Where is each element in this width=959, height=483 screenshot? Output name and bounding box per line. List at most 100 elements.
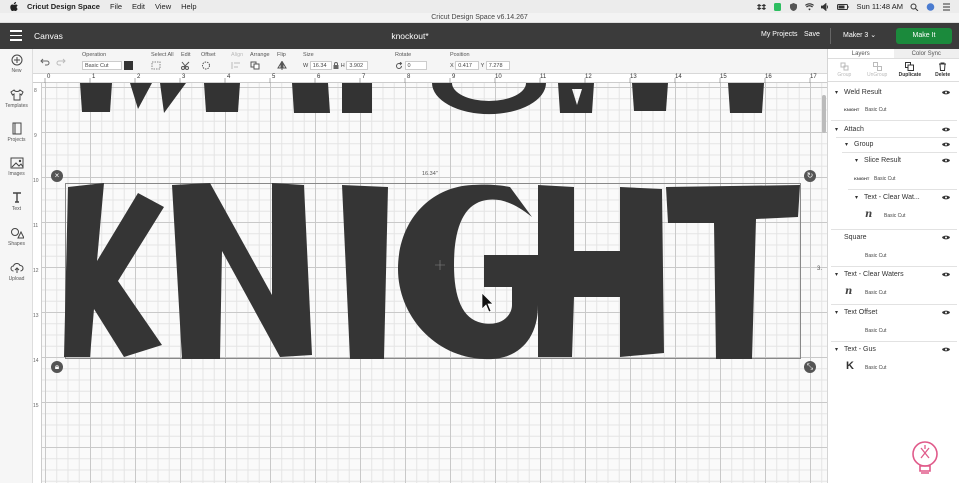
operation-select[interactable]: Basic Cut — [82, 61, 122, 70]
volume-icon[interactable] — [821, 2, 830, 11]
undo-icon[interactable] — [40, 57, 50, 66]
tab-layers[interactable]: Layers — [828, 49, 894, 58]
ruler-left-label-15: 15 — [33, 403, 39, 409]
menu-help[interactable]: Help — [181, 2, 196, 11]
scissors-icon[interactable] — [181, 61, 191, 70]
ruler-left-label-9: 9 — [34, 133, 37, 139]
lock-icon[interactable] — [333, 62, 339, 69]
arrange-icon[interactable] — [250, 61, 260, 70]
layer-sub: Basic Cut — [874, 176, 896, 182]
collapse-arrow-icon[interactable]: ▾ — [835, 271, 838, 278]
ruler-left-label-11: 11 — [33, 223, 39, 229]
layer-thumb: n — [865, 209, 873, 220]
wifi-icon[interactable] — [805, 2, 815, 11]
layer-divider — [831, 341, 957, 342]
select-all-icon[interactable] — [151, 61, 161, 70]
eye-icon[interactable] — [942, 235, 950, 240]
flip-label: Flip — [277, 52, 286, 58]
resize-handle-icon[interactable]: ⤡ — [804, 361, 816, 373]
save-button[interactable]: Save — [804, 31, 820, 38]
collapse-arrow-icon[interactable]: ▾ — [835, 346, 838, 353]
duplicate-button[interactable]: Duplicate — [894, 59, 927, 81]
make-it-button[interactable]: Make It — [896, 28, 952, 44]
notification-center-icon[interactable] — [942, 3, 951, 11]
offset-icon[interactable] — [201, 61, 211, 70]
ruler-left: 8 9 10 11 12 13 14 15 — [33, 83, 42, 483]
collapse-arrow-icon[interactable]: ▾ — [855, 194, 858, 201]
position-y-input[interactable]: 7.278 — [485, 61, 510, 70]
ruler-top-label-15: 15 — [720, 74, 727, 80]
menu-app-name[interactable]: Cricut Design Space — [27, 2, 100, 11]
eye-icon[interactable] — [942, 272, 950, 277]
collapse-arrow-icon[interactable]: ▾ — [835, 126, 838, 133]
rail-images[interactable]: Images — [0, 157, 33, 177]
machine-selector[interactable]: Maker 3 ⌄ — [843, 31, 876, 39]
delete-handle-icon[interactable]: × — [51, 170, 63, 182]
ruler-top-label-8: 8 — [407, 74, 411, 80]
lock-handle-icon[interactable]: 🔒︎ — [51, 361, 63, 373]
rotate-handle-icon[interactable]: ↻ — [804, 170, 816, 182]
my-projects-link[interactable]: My Projects — [761, 31, 798, 38]
arrange-label: Arrange — [250, 52, 270, 58]
rotate-label: Rotate — [395, 52, 412, 58]
rail-projects-label: Projects — [7, 137, 26, 143]
rail-templates[interactable]: Templates — [0, 89, 33, 109]
duplicate-label: Duplicate — [898, 72, 922, 78]
layer-name: Text Offset — [844, 309, 878, 316]
color-swatch[interactable] — [124, 61, 133, 70]
book-icon — [12, 122, 21, 135]
canvas-scrollbar[interactable] — [822, 95, 826, 133]
design-canvas[interactable]: 16.34" × ↻ 🔒︎ ⤡ 3. — [42, 83, 827, 483]
layer-sub: Basic Cut — [865, 253, 887, 259]
menubar-clock[interactable]: Sun 11:48 AM — [856, 2, 903, 11]
redo-icon[interactable] — [56, 57, 66, 66]
rail-upload[interactable]: Upload — [0, 262, 33, 282]
rail-text[interactable]: Text — [0, 191, 33, 212]
operation-value: Basic Cut — [85, 63, 109, 69]
ungroup-icon — [872, 62, 882, 71]
eye-icon[interactable] — [942, 158, 950, 163]
edit-toolbar: Operation Basic Cut Select All Edit Offs… — [0, 49, 827, 74]
rail-new[interactable]: New — [0, 54, 33, 74]
layer-name: Group — [854, 141, 874, 148]
height-input[interactable]: 3.902 — [346, 61, 369, 70]
align-icon[interactable] — [231, 61, 241, 70]
layer-divider — [831, 120, 957, 121]
rail-shapes[interactable]: Shapes — [0, 227, 33, 247]
eye-icon[interactable] — [942, 195, 950, 200]
shield-icon[interactable] — [789, 2, 798, 11]
cloud-upload-icon — [10, 263, 23, 273]
dropbox-icon[interactable] — [757, 3, 767, 11]
group-button[interactable]: Group — [828, 59, 861, 81]
menu-view[interactable]: View — [155, 2, 171, 11]
tab-color-sync[interactable]: Color Sync — [894, 49, 959, 58]
evernote-icon[interactable] — [773, 2, 782, 11]
delete-button[interactable]: Delete — [926, 59, 959, 81]
chevron-down-icon: ⌄ — [870, 32, 877, 39]
user-avatar-icon[interactable] — [926, 2, 935, 11]
eye-icon[interactable] — [942, 90, 950, 95]
apple-icon[interactable] — [9, 1, 19, 12]
menu-file[interactable]: File — [110, 2, 122, 11]
eye-icon[interactable] — [942, 142, 950, 147]
eye-icon[interactable] — [942, 347, 950, 352]
rotate-input[interactable]: 0 — [404, 61, 427, 70]
spotlight-search-icon[interactable] — [910, 3, 919, 11]
collapse-arrow-icon[interactable]: ▾ — [835, 309, 838, 316]
menu-edit[interactable]: Edit — [132, 2, 145, 11]
position-x-input[interactable]: 0.417 — [455, 61, 480, 70]
ungroup-button[interactable]: UnGroup — [861, 59, 894, 81]
eye-icon[interactable] — [942, 310, 950, 315]
collapse-arrow-icon[interactable]: ▾ — [855, 157, 858, 164]
height-label: H — [340, 62, 345, 69]
rail-projects[interactable]: Projects — [0, 122, 33, 143]
eye-icon[interactable] — [942, 127, 950, 132]
knight-artwork[interactable] — [42, 83, 827, 483]
flip-icon[interactable] — [277, 61, 287, 70]
collapse-arrow-icon[interactable]: ▾ — [835, 89, 838, 96]
layer-name: Text - Clear Wat... — [864, 194, 920, 201]
battery-icon[interactable] — [837, 3, 849, 11]
collapse-arrow-icon[interactable]: ▾ — [845, 141, 848, 148]
width-input[interactable]: 16.34 — [309, 61, 332, 70]
ruler-left-label-8: 8 — [34, 88, 37, 94]
